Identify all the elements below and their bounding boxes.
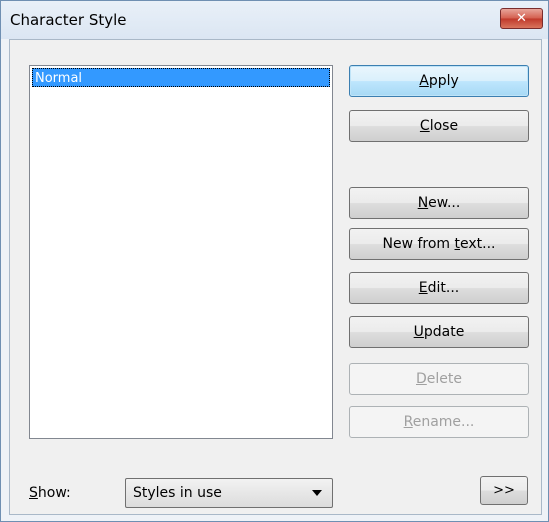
edit-button[interactable]: Edit... (349, 272, 529, 304)
expand-button[interactable]: >> (480, 476, 528, 505)
character-style-dialog: Character Style ✕ Normal Apply Close New… (0, 0, 549, 522)
new-from-text-button[interactable]: New from text... (349, 228, 529, 260)
title-bar: Character Style ✕ (1, 1, 548, 39)
apply-button[interactable]: Apply (349, 65, 529, 97)
dialog-title: Character Style (10, 11, 127, 29)
show-dropdown[interactable]: Styles in use (125, 478, 333, 508)
close-window-button[interactable]: ✕ (500, 8, 543, 29)
close-icon: ✕ (516, 11, 527, 26)
close-button[interactable]: Close (349, 110, 529, 142)
update-button[interactable]: Update (349, 316, 529, 348)
show-label: Show: (29, 485, 71, 501)
delete-button[interactable]: Delete (349, 363, 529, 395)
list-item[interactable]: Normal (32, 68, 330, 87)
new-button[interactable]: New... (349, 187, 529, 219)
dialog-body: Normal Apply Close New... New from text.… (9, 39, 542, 515)
show-dropdown-value: Styles in use (133, 485, 222, 501)
styles-listbox[interactable]: Normal (29, 65, 333, 439)
rename-button[interactable]: Rename... (349, 406, 529, 438)
chevron-down-icon[interactable] (312, 490, 322, 496)
